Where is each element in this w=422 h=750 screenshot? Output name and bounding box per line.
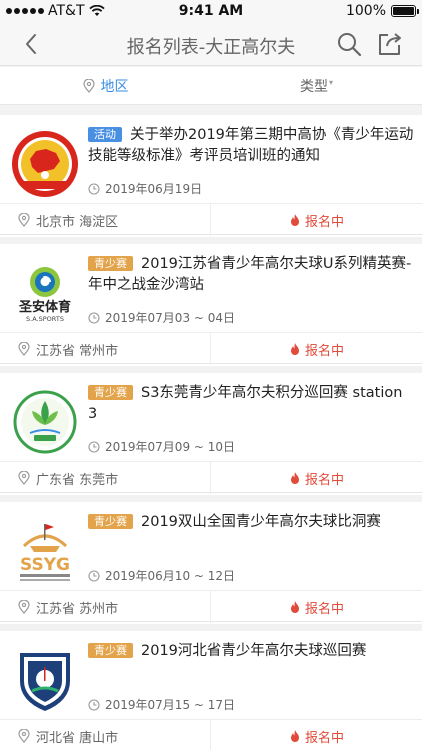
event-tag: 青少赛 <box>88 514 133 529</box>
event-location: 江苏省 常州市 <box>0 333 211 365</box>
flame-icon <box>290 601 299 613</box>
event-card[interactable]: 圣安体育 S.A.SPORTS 青少赛 2019江苏省青少年高尔夫球U系列精英赛-… <box>0 244 422 366</box>
event-location: 北京市 海淀区 <box>0 204 211 236</box>
event-date: 2019年07月15 ~ 17日 <box>88 696 235 713</box>
location-pin-icon <box>18 600 30 614</box>
hebei-golf-logo <box>20 653 70 711</box>
event-tag: 活动 <box>88 127 122 142</box>
event-date-text: 2019年07月15 ~ 17日 <box>105 698 236 712</box>
event-date-text: 2019年07月03 ~ 04日 <box>105 311 236 325</box>
event-title-text: 2019河北省青少年高尔夫球巡回赛 <box>141 643 367 659</box>
clock-icon <box>88 182 100 195</box>
flame-icon <box>290 214 299 226</box>
location-pin-icon <box>18 213 30 227</box>
location-pin-icon <box>82 79 95 93</box>
event-title: 活动 关于举办2019年第三期中高协《青少年运动技能等级标准》考评员培训班的通知 <box>88 125 414 167</box>
registration-status[interactable]: 报名中 <box>211 720 422 750</box>
location-pin-icon <box>18 729 30 743</box>
flame-icon <box>290 343 299 355</box>
region-filter[interactable]: 地区 <box>0 67 211 105</box>
event-location-text: 广东省 东莞市 <box>36 472 119 488</box>
type-filter[interactable]: 类型 ▾ <box>211 67 422 105</box>
ssyg-logo: SSYG <box>20 524 70 581</box>
location-pin-icon <box>18 342 30 356</box>
clock-icon <box>88 698 100 711</box>
battery-group: 100% <box>345 3 419 19</box>
event-title-text: 2019江苏省青少年高尔夫球U系列精英赛-年中之战金沙湾站 <box>88 256 412 293</box>
region-filter-label: 地区 <box>100 79 129 95</box>
event-card[interactable]: 青少赛 2019河北省青少年高尔夫球巡回赛 2019年07月15 ~ 17日 河北… <box>0 631 422 750</box>
dongguan-golf-logo <box>13 390 77 454</box>
event-tag: 青少赛 <box>88 256 133 271</box>
event-location-text: 北京市 海淀区 <box>36 214 119 230</box>
location-pin-icon <box>18 471 30 485</box>
registration-status[interactable]: 报名中 <box>211 462 422 494</box>
event-title: 青少赛 2019河北省青少年高尔夫球巡回赛 <box>88 641 414 662</box>
filter-bar: 地区 类型 ▾ <box>0 67 422 105</box>
registration-status-text: 报名中 <box>304 601 344 617</box>
logo-text: SSYG <box>20 555 70 575</box>
event-title-text: S3东莞青少年高尔夫积分巡回赛 station 3 <box>88 385 403 422</box>
event-date: 2019年06月19日 <box>88 180 202 197</box>
event-footer: 河北省 唐山市 报名中 <box>0 719 422 750</box>
event-date-text: 2019年07月09 ~ 10日 <box>105 440 236 454</box>
event-location-text: 江苏省 苏州市 <box>36 601 119 617</box>
registration-status-text: 报名中 <box>304 730 344 746</box>
registration-status-text: 报名中 <box>304 343 344 359</box>
event-location: 河北省 唐山市 <box>0 720 211 750</box>
type-filter-label: 类型 <box>299 79 328 95</box>
event-card[interactable]: 活动 关于举办2019年第三期中高协《青少年运动技能等级标准》考评员培训班的通知 … <box>0 115 422 237</box>
clock-icon <box>88 440 100 453</box>
registration-status[interactable]: 报名中 <box>211 204 422 236</box>
event-title-text: 关于举办2019年第三期中高协《青少年运动技能等级标准》考评员培训班的通知 <box>88 127 414 164</box>
event-title: 青少赛 2019双山全国青少年高尔夫球比洞赛 <box>88 512 414 533</box>
event-location-text: 河北省 唐山市 <box>36 730 119 746</box>
battery-icon <box>391 5 419 17</box>
event-tag: 青少赛 <box>88 385 133 400</box>
event-title: 青少赛 S3东莞青少年高尔夫积分巡回赛 station 3 <box>88 383 414 425</box>
event-tag: 青少赛 <box>88 643 133 658</box>
registration-status[interactable]: 报名中 <box>211 333 422 365</box>
event-location: 广东省 东莞市 <box>0 462 211 494</box>
logo-text: 圣安体育 <box>19 299 71 315</box>
golf-association-logo <box>12 131 78 197</box>
event-footer: 江苏省 苏州市 报名中 <box>0 590 422 623</box>
share-icon[interactable] <box>376 30 404 58</box>
shengan-sports-logo: 圣安体育 S.A.SPORTS <box>19 267 71 323</box>
event-footer: 江苏省 常州市 报名中 <box>0 332 422 365</box>
search-icon[interactable] <box>336 31 362 57</box>
status-bar: AT&T 9:41 AM 100% <box>0 0 422 22</box>
event-date-text: 2019年06月19日 <box>105 182 203 196</box>
event-date: 2019年06月10 ~ 12日 <box>88 567 235 584</box>
registration-status-text: 报名中 <box>304 214 344 230</box>
registration-status-text: 报名中 <box>304 472 344 488</box>
event-footer: 广东省 东莞市 报名中 <box>0 461 422 494</box>
event-date: 2019年07月03 ~ 04日 <box>88 309 235 326</box>
flame-icon <box>290 730 299 742</box>
navigation-bar: 报名列表-大正高尔夫 <box>0 22 422 66</box>
battery-percent: 100% <box>345 3 386 19</box>
logo-subtext: S.A.SPORTS <box>26 315 64 323</box>
clock-icon <box>88 569 100 582</box>
event-date-text: 2019年06月10 ~ 12日 <box>105 569 236 583</box>
event-location: 江苏省 苏州市 <box>0 591 211 623</box>
registration-status[interactable]: 报名中 <box>211 591 422 623</box>
dropdown-caret-icon: ▾ <box>328 77 333 87</box>
event-card[interactable]: SSYG 青少赛 2019双山全国青少年高尔夫球比洞赛 2019年06月10 ~ … <box>0 502 422 624</box>
event-location-text: 江苏省 常州市 <box>36 343 119 359</box>
event-title: 青少赛 2019江苏省青少年高尔夫球U系列精英赛-年中之战金沙湾站 <box>88 254 414 296</box>
event-footer: 北京市 海淀区 报名中 <box>0 203 422 236</box>
flame-icon <box>290 472 299 484</box>
event-title-text: 2019双山全国青少年高尔夫球比洞赛 <box>141 514 381 530</box>
event-card[interactable]: 青少赛 S3东莞青少年高尔夫积分巡回赛 station 3 2019年07月09 … <box>0 373 422 495</box>
event-date: 2019年07月09 ~ 10日 <box>88 438 235 455</box>
clock-icon <box>88 311 100 324</box>
